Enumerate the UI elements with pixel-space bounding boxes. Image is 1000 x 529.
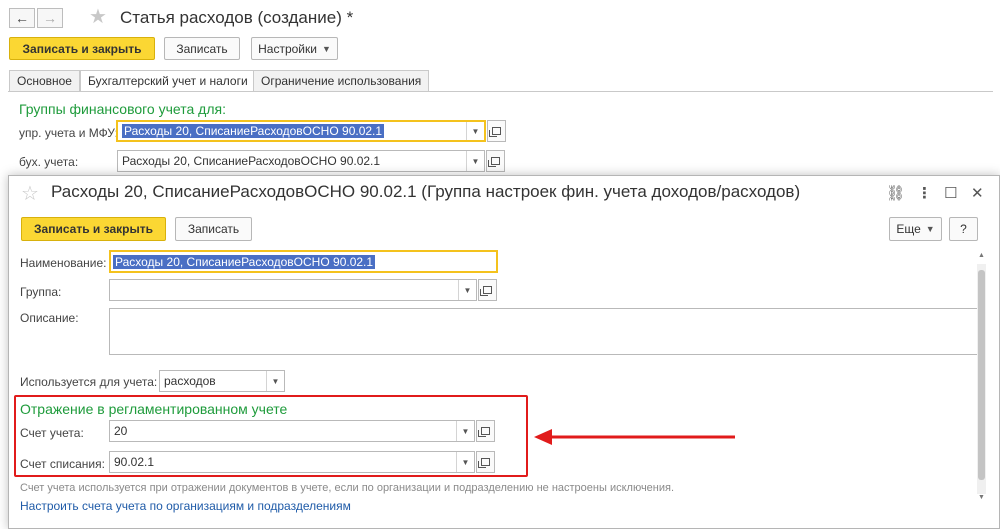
mgmt-accounting-label: упр. учета и МФУ: bbox=[19, 126, 118, 140]
chevron-down-icon: ▼ bbox=[925, 224, 935, 234]
used-for-label: Используется для учета: bbox=[20, 375, 158, 389]
dropdown-icon[interactable]: ▼ bbox=[466, 122, 484, 140]
dropdown-icon[interactable]: ▼ bbox=[456, 421, 474, 441]
description-textarea[interactable] bbox=[109, 308, 978, 355]
help-button[interactable]: ? bbox=[949, 217, 978, 241]
close-icon[interactable]: ✕ bbox=[971, 184, 984, 202]
configure-accounts-link[interactable]: Настроить счета учета по организациям и … bbox=[20, 499, 351, 513]
more-button[interactable]: Еще ▼ bbox=[889, 217, 942, 241]
open-form-icon[interactable] bbox=[486, 150, 505, 172]
regulated-accounting-title: Отражение в регламентированном учете bbox=[20, 401, 288, 417]
writeoff-label: Счет списания: bbox=[20, 457, 105, 471]
save-and-close-button[interactable]: Записать и закрыть bbox=[9, 37, 155, 60]
group-settings-dialog: ☆ Расходы 20, СписаниеРасходовОСНО 90.02… bbox=[8, 175, 1000, 529]
chevron-down-icon: ▼ bbox=[321, 43, 331, 54]
dropdown-icon[interactable]: ▼ bbox=[466, 151, 484, 171]
save-button[interactable]: Записать bbox=[175, 217, 252, 241]
group-field[interactable]: ▼ bbox=[109, 279, 477, 301]
save-button[interactable]: Записать bbox=[164, 37, 240, 60]
scroll-down-arrow[interactable]: ▼ bbox=[977, 494, 986, 501]
group-label: Группа: bbox=[20, 285, 62, 299]
tab-main[interactable]: Основное bbox=[9, 70, 80, 92]
tab-accounting-taxes[interactable]: Бухгалтерский учет и налоги bbox=[80, 70, 256, 92]
tab-divider bbox=[8, 91, 993, 92]
scroll-up-arrow[interactable]: ▲ bbox=[977, 252, 986, 259]
arrow-left-icon: ← bbox=[15, 10, 29, 26]
dropdown-icon[interactable]: ▼ bbox=[266, 371, 284, 391]
mgmt-accounting-field[interactable]: Расходы 20, СписаниеРасходовОСНО 90.02.1… bbox=[116, 120, 486, 142]
accounting-field[interactable]: Расходы 20, СписаниеРасходовОСНО 90.02.1… bbox=[117, 150, 485, 172]
open-form-icon[interactable] bbox=[478, 279, 497, 301]
financial-groups-title: Группы финансового учета для: bbox=[19, 101, 226, 117]
dropdown-icon[interactable]: ▼ bbox=[456, 452, 474, 472]
dropdown-icon[interactable]: ▼ bbox=[458, 280, 476, 300]
accounting-label: бух. учета: bbox=[19, 155, 79, 169]
forward-button[interactable]: → bbox=[37, 8, 63, 28]
open-form-icon[interactable] bbox=[476, 451, 495, 473]
used-for-select[interactable]: расходов ▼ bbox=[159, 370, 285, 392]
account-field[interactable]: 20 ▼ bbox=[109, 420, 475, 442]
arrow-annotation bbox=[534, 429, 735, 445]
save-and-close-button[interactable]: Записать и закрыть bbox=[21, 217, 166, 241]
star-icon[interactable]: ★ bbox=[89, 7, 107, 27]
back-button[interactable]: ← bbox=[9, 8, 35, 28]
arrow-right-icon: → bbox=[43, 10, 57, 26]
maximize-icon[interactable]: ☐ bbox=[944, 184, 957, 202]
description-label: Описание: bbox=[20, 311, 79, 325]
account-hint: Счет учета используется при отражении до… bbox=[20, 482, 675, 494]
writeoff-field[interactable]: 90.02.1 ▼ bbox=[109, 451, 475, 473]
scrollbar-thumb[interactable] bbox=[978, 270, 985, 480]
open-form-icon[interactable] bbox=[476, 420, 495, 442]
dialog-title: Расходы 20, СписаниеРасходовОСНО 90.02.1… bbox=[51, 182, 801, 201]
link-icon[interactable]: ⛓ bbox=[886, 184, 905, 202]
tab-usage-restriction[interactable]: Ограничение использования bbox=[253, 70, 430, 92]
name-label: Наименование: bbox=[20, 256, 107, 270]
window-title: Статья расходов (создание) * bbox=[120, 8, 354, 27]
name-input[interactable]: Расходы 20, СписаниеРасходовОСНО 90.02.1 bbox=[109, 250, 498, 273]
star-icon[interactable]: ☆ bbox=[21, 184, 39, 204]
settings-button[interactable]: Настройки ▼ bbox=[251, 37, 338, 60]
open-form-icon[interactable] bbox=[487, 120, 506, 142]
more-vert-icon[interactable]: ⋮ bbox=[917, 184, 932, 202]
account-label: Счет учета: bbox=[20, 426, 84, 440]
